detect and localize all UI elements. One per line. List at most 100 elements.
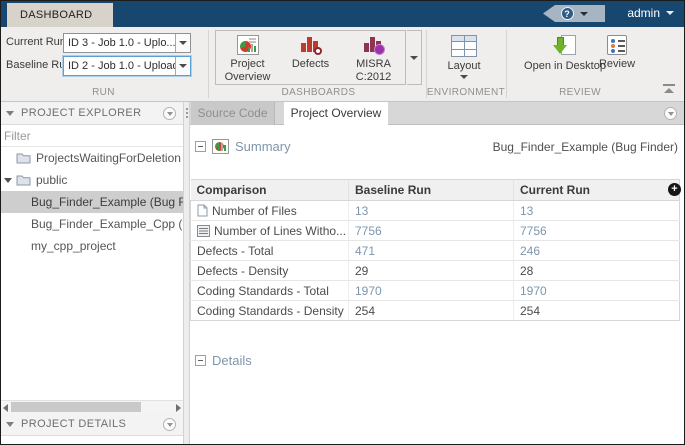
project-details-header[interactable]: PROJECT DETAILS (1, 413, 183, 436)
summary-title: Summary (235, 139, 291, 154)
filter-row (1, 125, 183, 147)
value-link[interactable]: 471 (355, 244, 375, 258)
tree-item-bug-finder-example-cpp[interactable]: Bug_Finder_Example_Cpp (Bug Finder) (1, 213, 183, 235)
ribbon-toolbar: Current Run ID 3 - Job 1.0 - Uplo... Bas… (1, 27, 684, 102)
defects-icon (300, 35, 322, 55)
layout-button[interactable]: Layout (433, 31, 495, 79)
scrollbar-thumb[interactable] (11, 402, 141, 412)
value-link[interactable]: 1970 (355, 284, 382, 298)
project-overview-icon (237, 35, 259, 55)
panel-splitter[interactable] (183, 102, 190, 444)
open-in-desktop-icon (553, 35, 577, 57)
panel-menu-button[interactable] (163, 107, 176, 120)
column-header[interactable]: Current Run (514, 180, 680, 201)
chevron-down-icon[interactable] (175, 34, 190, 52)
project-overview-content: Summary Bug_Finder_Example (Bug Finder) … (190, 125, 684, 444)
dashboards-more-button[interactable] (407, 30, 422, 85)
value-link[interactable]: 13 (355, 204, 368, 218)
user-menu[interactable]: admin (627, 6, 674, 20)
project-details-title: PROJECT DETAILS (21, 418, 126, 430)
row-label: Number of Files (212, 204, 297, 218)
misra-label: MISRA C:2012 (342, 58, 405, 84)
tree-item-public[interactable]: public (1, 169, 183, 191)
table-row: Number of Lines Witho... 7756 7756 (191, 221, 680, 241)
details-section-header: Details (195, 353, 252, 368)
tabbar-menu-button[interactable] (664, 107, 677, 120)
value-link[interactable]: 246 (520, 244, 540, 258)
environment-group-label: ENVIRONMENT (426, 87, 506, 98)
help-button[interactable]: ? (543, 5, 605, 22)
baseline-run-select[interactable]: ID 2 - Job 1.0 - Upload... (63, 56, 191, 76)
table-row: Number of Files 13 13 (191, 201, 680, 221)
value-link[interactable]: 7756 (520, 224, 547, 238)
row-label: Defects - Density (197, 264, 288, 278)
baseline-run-label: Baseline Run (6, 59, 71, 71)
file-icon (197, 204, 208, 217)
review-label: Review (599, 58, 635, 71)
chevron-down-icon (460, 75, 468, 79)
chevron-down-icon[interactable] (175, 57, 190, 75)
scroll-right-icon[interactable] (176, 404, 181, 412)
lines-icon (197, 225, 210, 237)
group-separator (208, 30, 209, 98)
collapse-section-icon[interactable] (195, 355, 206, 366)
current-run-select[interactable]: ID 3 - Job 1.0 - Uplo... (63, 33, 191, 53)
project-overview-button[interactable]: Project Overview (216, 31, 279, 84)
current-run-value: ID 3 - Job 1.0 - Uplo... (64, 34, 175, 52)
tree-item-label: ProjectsWaitingForDeletion (36, 151, 181, 165)
value-text: 254 (520, 304, 540, 318)
expander-icon[interactable] (4, 178, 12, 183)
add-column-button[interactable]: + (668, 183, 681, 196)
project-explorer-panel: PROJECT EXPLORER ProjectsWaitingForDelet… (1, 102, 183, 444)
tab-project-overview[interactable]: Project Overview (284, 102, 388, 125)
filter-input[interactable] (1, 129, 183, 143)
chevron-down-icon (580, 12, 588, 16)
tree-item-bug-finder-example[interactable]: Bug_Finder_Example (Bug Finder) (1, 191, 183, 213)
value-link[interactable]: 7756 (355, 224, 382, 238)
table-row: Coding Standards - Total 1970 1970 (191, 281, 680, 301)
tree-item-label: public (36, 173, 67, 187)
tree-item-projects-waiting[interactable]: ProjectsWaitingForDeletion (1, 147, 183, 169)
value-link[interactable]: 13 (520, 204, 533, 218)
review-button[interactable]: Review (589, 31, 645, 71)
value-text: 29 (355, 264, 368, 278)
value-link[interactable]: 1970 (520, 284, 547, 298)
details-title: Details (212, 353, 252, 368)
main-area: Source Code Project Overview Summary Bug… (190, 102, 684, 444)
tree-item-label: Bug_Finder_Example_Cpp (Bug Finder) (31, 217, 183, 231)
defects-label: Defects (292, 58, 329, 71)
folder-icon (16, 174, 31, 186)
review-group-label: REVIEW (506, 87, 654, 98)
splitter-handle (186, 108, 188, 110)
document-tabbar: Source Code Project Overview (190, 102, 684, 125)
misra-button[interactable]: MISRA C:2012 (342, 31, 405, 84)
app-window: DASHBOARD ? admin Current Run ID 3 - Job… (0, 0, 685, 445)
tree-item-label: my_cpp_project (31, 239, 116, 253)
layout-icon (451, 35, 477, 57)
column-header[interactable]: Baseline Run (349, 180, 514, 201)
project-explorer-header[interactable]: PROJECT EXPLORER (1, 102, 183, 125)
user-name: admin (627, 6, 660, 20)
panel-menu-button[interactable] (163, 418, 176, 431)
titlebar: DASHBOARD ? admin (1, 1, 684, 27)
layout-label: Layout (447, 60, 480, 73)
project-explorer-title: PROJECT EXPLORER (21, 107, 142, 119)
tab-dashboard[interactable]: DASHBOARD (7, 3, 113, 27)
tab-source-code[interactable]: Source Code (191, 102, 275, 125)
collapse-icon (664, 88, 674, 93)
tree-item-my-cpp-project[interactable]: my_cpp_project (1, 235, 183, 257)
summary-table: + Comparison Baseline Run Current Run Nu… (190, 179, 684, 321)
baseline-run-value: ID 2 - Job 1.0 - Upload... (64, 57, 175, 75)
defects-button[interactable]: Defects (279, 31, 342, 84)
collapse-section-icon[interactable] (195, 141, 206, 152)
horizontal-scrollbar[interactable] (1, 400, 183, 413)
scroll-left-icon[interactable] (3, 404, 8, 412)
project-title: Bug_Finder_Example (Bug Finder) (493, 140, 678, 154)
help-icon: ? (561, 7, 574, 20)
table-row: Defects - Density 29 28 (191, 261, 680, 281)
dashboards-group: Project Overview Defects MISRA C:2012 (215, 30, 406, 85)
summary-section-header: Summary (195, 139, 291, 154)
row-label: Coding Standards - Total (197, 284, 329, 298)
collapse-ribbon-button[interactable] (663, 84, 675, 93)
column-header[interactable]: Comparison (191, 180, 349, 201)
